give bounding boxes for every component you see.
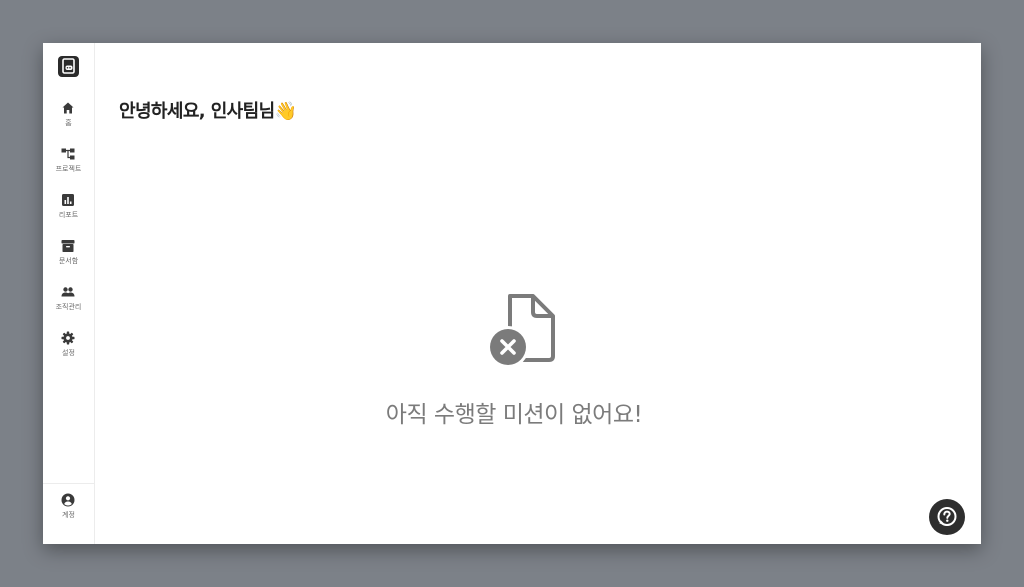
sidebar-item-label: 홈 bbox=[65, 119, 72, 127]
sidebar-item-projects[interactable]: 프로젝트 bbox=[43, 147, 94, 187]
app-window: 홈 프로젝트 리포트 문서함 조직관리 설정 계정 안녕하세요, 인사팀님👋 아… bbox=[43, 43, 981, 544]
account-circle-icon bbox=[61, 493, 75, 507]
page-title: 안녕하세요, 인사팀님👋 bbox=[119, 101, 297, 122]
sidebar-item-label: 리포트 bbox=[58, 211, 79, 219]
project-tree-icon bbox=[61, 147, 75, 161]
empty-state-message: 아직 수행할 미션이 없어요! bbox=[385, 402, 643, 428]
help-button[interactable] bbox=[929, 499, 965, 535]
sidebar-item-label: 프로젝트 bbox=[55, 165, 82, 173]
file-error-icon bbox=[488, 293, 558, 369]
sidebar-item-home[interactable]: 홈 bbox=[43, 101, 94, 141]
sidebar-item-label: 계정 bbox=[62, 511, 75, 519]
sidebar-item-settings[interactable]: 설정 bbox=[43, 331, 94, 371]
sidebar-item-label: 조직관리 bbox=[55, 303, 82, 311]
sidebar-item-label: 설정 bbox=[62, 349, 75, 357]
sidebar-item-reports[interactable]: 리포트 bbox=[43, 193, 94, 233]
sidebar-item-label: 문서함 bbox=[58, 257, 79, 265]
sidebar-divider bbox=[43, 483, 94, 484]
help-question-icon bbox=[937, 507, 957, 526]
archive-box-icon bbox=[61, 239, 75, 253]
app-logo-icon[interactable] bbox=[58, 56, 79, 77]
gear-icon bbox=[61, 331, 75, 345]
sidebar: 홈 프로젝트 리포트 문서함 조직관리 설정 계정 bbox=[43, 43, 95, 544]
sidebar-item-documents[interactable]: 문서함 bbox=[43, 239, 94, 279]
bar-chart-icon bbox=[61, 193, 75, 207]
home-icon bbox=[61, 101, 75, 115]
sidebar-item-account[interactable]: 계정 bbox=[43, 493, 94, 533]
people-icon bbox=[61, 285, 75, 299]
sidebar-item-organization[interactable]: 조직관리 bbox=[43, 285, 94, 325]
